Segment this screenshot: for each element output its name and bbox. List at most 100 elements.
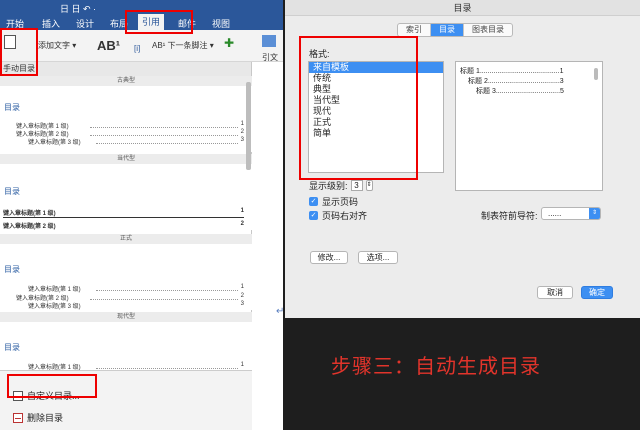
tab-home[interactable]: 开始 bbox=[6, 17, 24, 30]
gallery-scrollbar[interactable] bbox=[246, 82, 251, 170]
toc-preview: 标题 1....................................… bbox=[455, 61, 603, 191]
format-item[interactable]: 现代 bbox=[309, 106, 443, 117]
tab-leader-select[interactable]: ...... ⇕ bbox=[541, 207, 601, 220]
leader-dots bbox=[90, 127, 238, 128]
toc-entry: 键入章标题(第 1 级) bbox=[3, 211, 56, 217]
preview-heading: 标题 3.................................5 bbox=[476, 88, 564, 95]
options-button[interactable]: 选项... bbox=[358, 251, 398, 264]
toc-page-number: 3 bbox=[240, 301, 244, 307]
toc-style-formal[interactable]: 正式 目录 键入章标题(第 1 级) 1 键入章标题(第 2 级) 2 键入章标… bbox=[0, 234, 252, 310]
show-page-numbers-label: 显示页码 bbox=[322, 197, 359, 207]
format-item[interactable]: 当代型 bbox=[309, 95, 443, 106]
toc-page-number: 2 bbox=[240, 129, 244, 135]
gallery-footer-menu: 自定义目录... 删除目录 bbox=[0, 370, 252, 430]
levels-stepper[interactable]: ⇕ bbox=[365, 180, 373, 191]
citation-icon bbox=[262, 35, 276, 47]
style-name: 现代型 bbox=[0, 312, 252, 322]
toc-style-modern[interactable]: 现代型 目录 键入章标题(第 1 级) 1 bbox=[0, 312, 252, 371]
toc-title: 目录 bbox=[4, 343, 20, 352]
toc-page-number: 1 bbox=[240, 284, 244, 290]
ribbon-tab-bar: 日 日 ↶ · 开始 插入 设计 布局 引用 邮件 视图 bbox=[0, 0, 283, 30]
toc-entry: 键入章标题(第 2 级) bbox=[3, 224, 56, 230]
chevron-updown-icon: ⇕ bbox=[589, 208, 600, 219]
show-page-numbers-checkbox[interactable]: ✓ 显示页码 bbox=[309, 195, 358, 208]
toc-title: 目录 bbox=[4, 103, 20, 112]
tab-mailings[interactable]: 邮件 bbox=[178, 17, 196, 30]
format-item[interactable]: 正式 bbox=[309, 117, 443, 128]
tab-index[interactable]: 索引 bbox=[398, 24, 431, 36]
right-align-checkbox[interactable]: ✓ 页码右对齐 bbox=[309, 209, 367, 222]
dialog-tab-control: 索引 目录 图表目录 bbox=[397, 23, 513, 37]
modify-button[interactable]: 修改... bbox=[310, 251, 348, 264]
toc-dialog: 目录 索引 目录 图表目录 格式: 来自模板 传统 典型 当代型 现代 正式 简… bbox=[285, 0, 640, 318]
paragraph-mark-icon: ↵ bbox=[276, 306, 283, 317]
toc-entry: 键入章标题(第 3 级) bbox=[28, 140, 81, 146]
dialog-title: 目录 bbox=[285, 0, 640, 16]
show-levels: 显示级别: 3 ⇕ bbox=[309, 179, 373, 192]
levels-label: 显示级别: bbox=[309, 181, 348, 191]
toc-icon bbox=[4, 35, 16, 49]
tab-layout[interactable]: 布局 bbox=[110, 17, 128, 30]
remove-toc-menu-item[interactable]: 删除目录 bbox=[13, 411, 63, 424]
toc-page-number: 2 bbox=[240, 293, 244, 299]
preview-heading: 标题 2....................................… bbox=[468, 78, 564, 85]
document-page[interactable]: ↵ bbox=[252, 62, 283, 430]
leader-dots bbox=[90, 299, 238, 300]
style-name: 古典型 bbox=[0, 76, 252, 86]
toc-page-number: 1 bbox=[240, 362, 244, 368]
toc-title: 目录 bbox=[4, 187, 20, 196]
word-window: 日 日 ↶ · 开始 插入 设计 布局 引用 邮件 视图 添加文字 ▾ AB¹ … bbox=[0, 0, 283, 430]
add-citation-icon[interactable]: ✚ bbox=[224, 36, 234, 50]
toc-page-number: 3 bbox=[240, 137, 244, 143]
custom-toc-icon bbox=[13, 390, 23, 401]
preview-scrollbar[interactable] bbox=[594, 68, 598, 80]
tab-leader-label: 制表符前导符: bbox=[481, 211, 538, 221]
step-caption: 步骤三：自动生成目录 bbox=[331, 354, 541, 378]
style-name: 正式 bbox=[0, 234, 252, 244]
divider-line bbox=[3, 217, 244, 218]
leader-dots bbox=[96, 143, 238, 144]
checkmark-icon: ✓ bbox=[309, 197, 318, 206]
tab-leader-value: ...... bbox=[548, 209, 562, 218]
leader-dots bbox=[96, 290, 238, 291]
leader-dots bbox=[90, 135, 238, 136]
add-text-button[interactable]: 添加文字 ▾ bbox=[38, 40, 76, 51]
toc-style-contemporary[interactable]: 当代型 目录 键入章标题(第 1 级) 1 键入章标题(第 2 级) 2 bbox=[0, 154, 252, 230]
toc-title: 目录 bbox=[4, 265, 20, 274]
format-item[interactable]: 传统 bbox=[309, 73, 443, 84]
toc-page-number: 1 bbox=[240, 121, 244, 127]
custom-toc-label: 自定义目录... bbox=[27, 391, 80, 401]
toc-entry: 键入章标题(第 1 级) bbox=[28, 287, 81, 293]
tab-design[interactable]: 设计 bbox=[76, 17, 94, 30]
next-footnote-button[interactable]: AB¹ 下一条脚注 ▾ bbox=[152, 40, 214, 51]
remove-toc-icon bbox=[13, 412, 23, 423]
formats-label: 格式: bbox=[309, 49, 330, 59]
levels-input[interactable]: 3 bbox=[350, 180, 363, 191]
cancel-button[interactable]: 取消 bbox=[537, 286, 573, 299]
ok-button[interactable]: 确定 bbox=[581, 286, 613, 299]
tab-insert[interactable]: 插入 bbox=[42, 17, 60, 30]
formats-list[interactable]: 来自模板 传统 典型 当代型 现代 正式 简单 bbox=[308, 61, 444, 173]
style-name: 当代型 bbox=[0, 154, 252, 164]
preview-heading: 标题 1....................................… bbox=[460, 68, 564, 75]
custom-toc-menu-item[interactable]: 自定义目录... bbox=[13, 389, 80, 402]
format-item[interactable]: 典型 bbox=[309, 84, 443, 95]
format-item[interactable]: 简单 bbox=[309, 128, 443, 139]
toc-entry: 键入章标题(第 3 级) bbox=[28, 304, 81, 310]
toc-style-classic[interactable]: 古典型 目录 键入章标题(第 1 级) 1 键入章标题(第 2 级) 2 键入章… bbox=[0, 76, 252, 152]
tab-table-of-figures[interactable]: 图表目录 bbox=[464, 24, 512, 36]
references-toolbar: 添加文字 ▾ AB¹ [i] AB¹ 下一条脚注 ▾ ✚ 引文 bbox=[0, 30, 283, 62]
gallery-header: 手动目录 bbox=[0, 62, 251, 76]
quick-access-toolbar[interactable]: 日 日 ↶ · bbox=[60, 2, 96, 15]
toc-button[interactable] bbox=[4, 35, 16, 51]
toc-gallery: 手动目录 古典型 目录 键入章标题(第 1 级) 1 键入章标题(第 2 级) … bbox=[0, 62, 252, 430]
checkmark-icon: ✓ bbox=[309, 211, 318, 220]
tab-view[interactable]: 视图 bbox=[212, 17, 230, 30]
right-align-label: 页码右对齐 bbox=[322, 211, 368, 221]
format-item[interactable]: 来自模板 bbox=[309, 62, 443, 73]
insert-footnote-button[interactable]: AB¹ bbox=[97, 38, 120, 53]
insert-endnote-button[interactable]: [i] bbox=[134, 44, 140, 53]
toc-page-number: 1 bbox=[240, 208, 244, 214]
tab-toc[interactable]: 目录 bbox=[431, 24, 464, 36]
tab-references[interactable]: 引用 bbox=[138, 14, 165, 30]
